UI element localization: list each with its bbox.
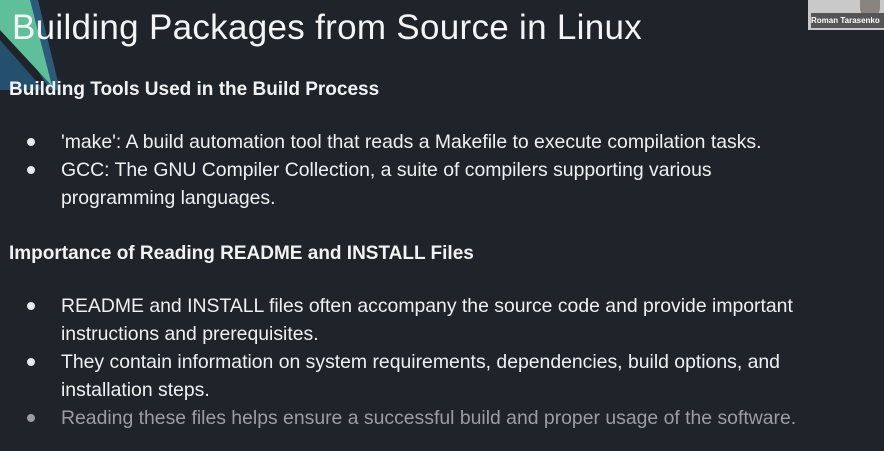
bullet-text: GCC: The GNU Compiler Collection, a suit…: [61, 159, 712, 181]
bullet-text: README and INSTALL files often accompany…: [61, 295, 793, 317]
participant-video-thumbnail[interactable]: Roman Tarasenko: [808, 0, 884, 30]
bullet-dot-icon: [27, 358, 35, 366]
readme-install-list: README and INSTALL files often accompany…: [0, 292, 861, 432]
bullet-dot-icon: [27, 138, 35, 146]
bullet-dot-icon: [27, 166, 35, 174]
build-tools-list: 'make': A build automation tool that rea…: [0, 128, 861, 212]
bullet-text-continued: instructions and prerequisites.: [61, 323, 319, 345]
bullet-item-readme-benefit: Reading these files helps ensure a succe…: [0, 404, 861, 432]
bullet-item-make: 'make': A build automation tool that rea…: [0, 128, 861, 156]
bullet-text: 'make': A build automation tool that rea…: [61, 131, 762, 153]
bullet-item-readme-accompany: README and INSTALL files often accompany…: [0, 292, 861, 348]
bullet-text-continued: installation steps.: [61, 379, 210, 401]
section-heading-build-tools: Building Tools Used in the Build Process: [9, 79, 380, 100]
bullet-text-continued: programming languages.: [61, 187, 276, 209]
participant-name-label: Roman Tarasenko: [811, 13, 884, 28]
section-heading-readme-install: Importance of Reading README and INSTALL…: [9, 243, 474, 264]
bullet-text: Reading these files helps ensure a succe…: [61, 407, 797, 429]
bullet-item-readme-contents: They contain information on system requi…: [0, 348, 861, 404]
slide-title: Building Packages from Source in Linux: [12, 8, 643, 47]
bullet-item-gcc: GCC: The GNU Compiler Collection, a suit…: [0, 156, 861, 212]
bullet-text: They contain information on system requi…: [61, 351, 780, 373]
bullet-dot-icon: [27, 414, 35, 422]
presentation-slide: Building Packages from Source in Linux R…: [0, 0, 884, 451]
bullet-dot-icon: [27, 302, 35, 310]
